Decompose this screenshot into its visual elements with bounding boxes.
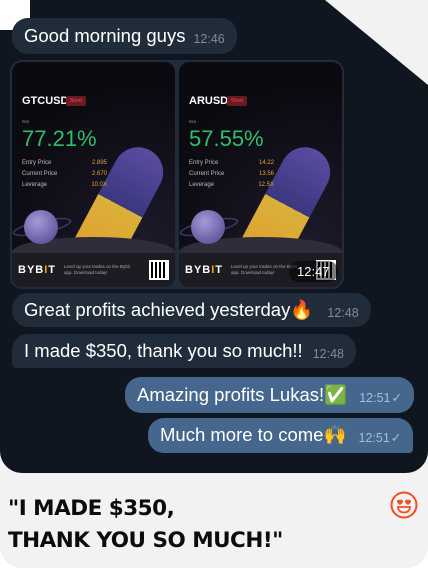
trade-side-badge: Short: [227, 96, 247, 106]
qr-code-icon: [149, 260, 169, 280]
message-bubble: Amazing profits Lukas!✅ 12:51 ✓: [125, 377, 414, 413]
roi-value: 77.21%: [22, 126, 97, 151]
headline-line-2: THANK YOU SO MUCH!": [8, 528, 283, 553]
row-label: Entry Price: [22, 160, 52, 166]
trade-row: Current Price 13.56: [189, 171, 274, 177]
trade-row: Entry Price 14.22: [189, 160, 274, 166]
row-value: 12.5X: [258, 182, 274, 188]
roi-value: 57.55%: [189, 126, 264, 151]
row-label: Current Price: [189, 171, 225, 177]
message-bubble: Good morning guys 12:46: [12, 18, 237, 54]
row-value: 13.56: [258, 171, 274, 177]
message-time: 12:48: [327, 305, 359, 320]
roi-label: ROI: [22, 119, 30, 124]
row-value: 2.895: [91, 160, 107, 166]
row-label: Current Price: [22, 171, 58, 177]
heart-eyes-smiley-icon: [390, 491, 418, 519]
message-text: Good morning guys: [24, 24, 186, 46]
message-text: Great profits achieved yesterday🔥: [24, 298, 314, 320]
planet-illustration: [24, 210, 58, 244]
row-label: Leverage: [22, 182, 48, 188]
message-text: Much more to come🙌: [160, 424, 347, 446]
trade-side-badge: Short: [66, 96, 86, 106]
message-bubble: Much more to come🙌 12:51 ✓: [148, 418, 414, 453]
testimonial-card: Good morning guys 12:46 GTCUSDT Short RO…: [0, 0, 428, 568]
roi-label: ROI: [189, 119, 197, 124]
promo-text: Level up your trades on the Bybit app. D…: [64, 264, 130, 275]
row-value: 2.670: [91, 171, 107, 177]
row-label: Leverage: [189, 182, 215, 188]
row-label: Entry Price: [189, 160, 219, 166]
bybit-logo: BYBIT: [185, 264, 224, 276]
trade-row: Leverage 10.0X: [22, 182, 107, 188]
trade-row: Current Price 2.670: [22, 171, 107, 177]
check-icon: ✓: [390, 431, 402, 446]
message-bubble: I made $350, thank you so much!! 12:48: [12, 334, 356, 368]
row-value: 10.0X: [91, 182, 107, 188]
message-bubble: Great profits achieved yesterday🔥 12:48: [12, 293, 371, 327]
headline-line-1: "I MADE $350,: [8, 496, 175, 521]
headline: "I MADE $350, THANK YOU SO MUCH!": [8, 493, 283, 557]
message-text: Amazing profits Lukas!✅: [137, 383, 348, 405]
message-time: 12:51: [359, 390, 391, 405]
row-value: 14.22: [258, 160, 274, 166]
card-footer: BYBIT Level up your trades on the Bybit …: [12, 253, 175, 287]
trade-row: Leverage 12.5X: [189, 182, 274, 188]
trade-card-image[interactable]: ARUSDT Short ROI 57.55% Entry Price 14.22…: [179, 62, 342, 287]
message-time: 12:48: [312, 346, 344, 361]
message-text: I made $350, thank you so much!!: [24, 339, 303, 361]
image-time: 12:47: [289, 261, 338, 282]
trade-row: Entry Price 2.895: [22, 160, 107, 166]
check-icon: ✓: [391, 390, 402, 405]
message-time: 12:46: [193, 31, 225, 46]
bybit-logo: BYBIT: [18, 264, 57, 276]
trade-card-image[interactable]: GTCUSDT Short ROI 77.21% Entry Price 2.89…: [12, 62, 175, 287]
planet-illustration: [191, 210, 225, 244]
chat-panel: Good morning guys 12:46 GTCUSDT Short RO…: [0, 0, 428, 473]
message-time: 12:51: [358, 431, 390, 446]
